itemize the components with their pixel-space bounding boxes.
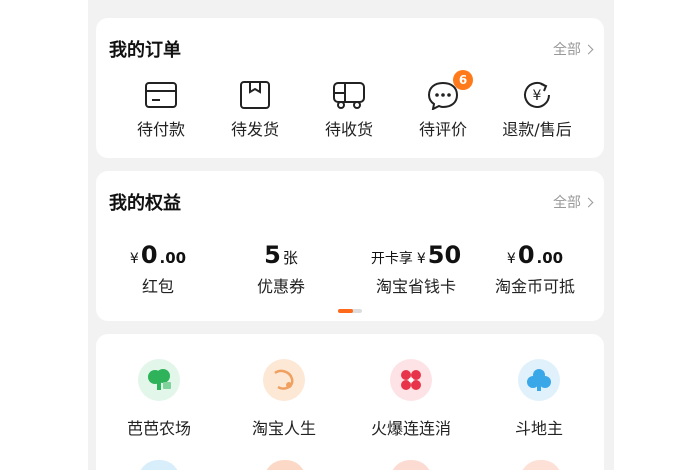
order-pending-payment-label: 待付款 [136,120,185,139]
orders-title: 我的订单 [109,40,181,61]
next-row-icon-cut [520,460,562,470]
benefit-savings-card[interactable]: 开卡享 ¥ 50 淘宝省钱卡 [346,241,486,297]
game-match-elimination[interactable]: 火爆连连消 [348,359,474,439]
game-taobao-life[interactable]: 淘宝人生 [221,359,347,439]
game-match-elimination-label: 火爆连连消 [370,419,451,438]
taobao-life-icon [263,359,305,401]
currency-symbol: ¥ [416,251,426,267]
currency-symbol: ¥ [506,251,516,267]
page-indicator [338,309,362,313]
chevron-right-icon [583,197,594,207]
next-row-icon-cut [264,460,306,470]
orders-all-link[interactable]: 全部 [553,39,594,59]
delivery-truck-icon [333,82,365,109]
top-nav-cut-off [88,0,614,6]
game-dou-di-zhu[interactable]: 斗地主 [476,359,602,439]
benefit-coupons[interactable]: 5 张 优惠券 [219,241,343,297]
next-row-icon-cut [138,460,180,470]
order-refund-aftersale[interactable]: ¥ 退款/售后 [491,80,583,140]
page-indicator-active [338,309,353,313]
wallet-card-icon [145,82,177,108]
order-pending-review-label: 待评价 [418,120,467,139]
value-prefix: 开卡享 [370,251,413,267]
coupons-value: 5 张 [219,241,343,269]
coupons-label: 优惠券 [256,277,305,296]
savings-card-value: 开卡享 ¥ 50 [346,241,486,269]
benefit-taojinbi[interactable]: ¥ 0 .00 淘金币可抵 [473,241,597,297]
order-refund-aftersale-label: 退款/售后 [502,120,572,139]
currency-symbol: ¥ [129,251,139,267]
order-pending-review[interactable]: 6 待评价 [397,70,489,140]
value-decimal: .00 [536,249,564,267]
next-row-icon-cut [390,460,432,470]
order-pending-shipment-label: 待发货 [230,120,279,139]
value-main: 0 [517,241,535,269]
refund-yen-icon: ¥ [524,81,550,108]
red-packet-value: ¥ 0 .00 [96,241,220,269]
value-main: 50 [427,241,462,269]
value-unit: 张 [282,249,298,267]
benefits-card: 我的权益 全部 ¥ 0 .00 红包 5 张 优惠券 开卡享 ¥ 50 淘宝省钱… [96,171,604,321]
benefits-all-label: 全部 [553,195,581,211]
games-card: 芭芭农场 淘宝人生 火爆连连消 斗地主 [96,334,604,470]
game-dou-di-zhu-label: 斗地主 [514,419,563,438]
value-decimal: .00 [159,249,187,267]
savings-card-label: 淘宝省钱卡 [375,277,456,296]
taojinbi-value: ¥ 0 .00 [473,241,597,269]
farm-tree-icon [138,359,180,401]
orders-card: 我的订单 全部 待付款 待发货 待收货 6 待评价 ¥ 退款/售后 [96,18,604,158]
game-baba-farm-label: 芭芭农场 [126,419,191,438]
poker-club-icon [518,359,560,401]
value-main: 5 [264,241,281,269]
order-pending-receipt-label: 待收货 [324,120,373,139]
benefits-title: 我的权益 [109,193,181,214]
orders-all-label: 全部 [553,42,581,58]
review-count-badge: 6 [453,70,473,90]
chevron-right-icon [583,44,594,54]
svg-text:¥: ¥ [533,88,542,104]
taojinbi-label: 淘金币可抵 [494,277,575,296]
order-pending-payment[interactable]: 待付款 [115,80,207,140]
game-taobao-life-label: 淘宝人生 [251,419,316,438]
red-packet-label: 红包 [141,277,174,296]
order-pending-receipt[interactable]: 待收货 [303,80,395,140]
match-game-icon [390,359,432,401]
benefit-red-packet[interactable]: ¥ 0 .00 红包 [96,241,220,297]
package-box-icon [240,81,270,109]
value-main: 0 [140,241,158,269]
benefits-all-link[interactable]: 全部 [553,192,594,212]
order-pending-shipment[interactable]: 待发货 [209,80,301,140]
game-baba-farm[interactable]: 芭芭农场 [96,359,222,439]
